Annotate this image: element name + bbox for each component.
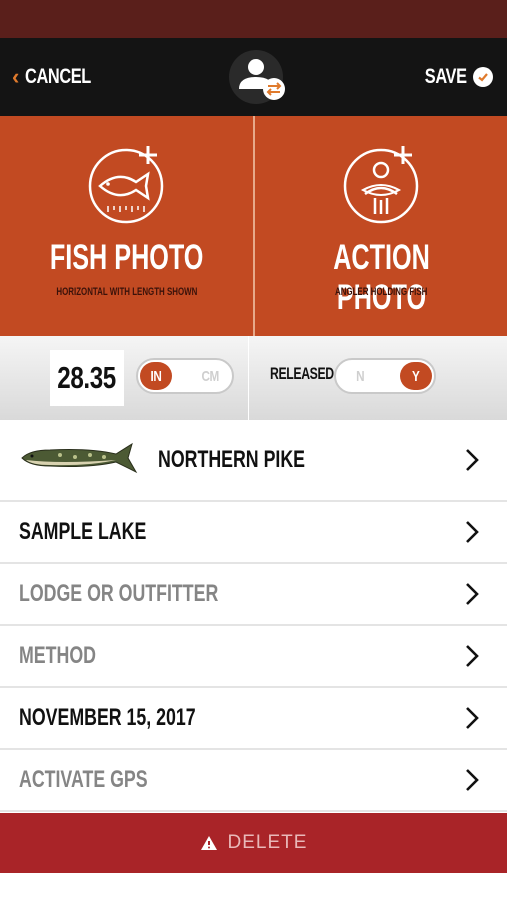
save-label: SAVE xyxy=(425,65,467,88)
catch-details-list: NORTHERN PIKE SAMPLE LAKE LODGE OR OUTFI… xyxy=(0,420,507,812)
photo-section: FISH PHOTO HORIZONTAL WITH LENGTH SHOWN … xyxy=(0,116,507,336)
unit-option-in[interactable]: IN xyxy=(140,362,172,390)
warning-triangle-icon xyxy=(200,836,217,850)
released-option-no[interactable]: N xyxy=(344,362,376,390)
method-label: METHOD xyxy=(19,642,96,669)
action-photo-title: ACTION PHOTO xyxy=(333,238,430,317)
released-yes-label: Y xyxy=(412,367,420,385)
cancel-button[interactable]: ‹ CANCEL xyxy=(12,62,110,92)
top-nav-bar: ‹ CANCEL SAVE xyxy=(0,38,507,116)
measurement-bar: 28.35 IN CM RELEASED N Y xyxy=(0,336,507,420)
released-toggle[interactable]: N Y xyxy=(334,358,436,394)
species-label: NORTHERN PIKE xyxy=(158,446,306,473)
chevron-right-icon xyxy=(466,521,479,543)
released-option-yes[interactable]: Y xyxy=(400,362,432,390)
save-button[interactable]: SAVE xyxy=(413,62,493,92)
date-row[interactable]: NOVEMBER 15, 2017 xyxy=(0,688,507,750)
lake-row[interactable]: SAMPLE LAKE xyxy=(0,502,507,564)
released-label: RELEASED xyxy=(270,364,334,383)
chevron-right-icon xyxy=(466,769,479,791)
delete-label: DELETE xyxy=(227,832,308,853)
lodge-label: LODGE OR OUTFITTER xyxy=(19,580,219,607)
lodge-row[interactable]: LODGE OR OUTFITTER xyxy=(0,564,507,626)
user-swap-icon xyxy=(229,50,285,104)
chevron-right-icon xyxy=(466,449,479,471)
angler-add-icon xyxy=(343,146,419,224)
cancel-label: CANCEL xyxy=(25,65,92,88)
bottom-safe-area xyxy=(0,873,507,900)
length-value: 28.35 xyxy=(57,360,117,395)
method-row[interactable]: METHOD xyxy=(0,626,507,688)
unit-cm-label: CM xyxy=(201,367,219,385)
chevron-right-icon xyxy=(466,707,479,729)
switch-angler-button[interactable] xyxy=(226,47,290,107)
chevron-right-icon xyxy=(466,583,479,605)
delete-button[interactable]: DELETE xyxy=(0,813,507,873)
measure-divider xyxy=(248,336,249,420)
checkmark-circle-icon xyxy=(473,67,493,87)
unit-option-cm[interactable]: CM xyxy=(194,362,226,390)
fish-photo-subtitle: HORIZONTAL WITH LENGTH SHOWN xyxy=(56,286,197,298)
length-input[interactable]: 28.35 xyxy=(50,350,124,406)
gps-row[interactable]: ACTIVATE GPS xyxy=(0,750,507,812)
lake-label: SAMPLE LAKE xyxy=(19,518,147,545)
fish-add-icon xyxy=(88,146,164,224)
date-label: NOVEMBER 15, 2017 xyxy=(19,704,196,731)
status-bar xyxy=(0,0,507,38)
action-photo-button[interactable]: ACTION PHOTO ANGLER HOLDING FISH xyxy=(255,116,507,336)
unit-toggle[interactable]: IN CM xyxy=(136,358,234,394)
released-no-label: N xyxy=(355,367,365,385)
chevron-left-icon: ‹ xyxy=(12,64,20,89)
northern-pike-image xyxy=(21,442,138,474)
action-photo-subtitle: ANGLER HOLDING FISH xyxy=(335,286,428,298)
species-row[interactable]: NORTHERN PIKE xyxy=(0,420,507,502)
fish-photo-title: FISH PHOTO xyxy=(49,238,204,277)
gps-label: ACTIVATE GPS xyxy=(19,766,148,793)
unit-in-label: IN xyxy=(150,367,162,385)
fish-photo-button[interactable]: FISH PHOTO HORIZONTAL WITH LENGTH SHOWN xyxy=(0,116,253,336)
chevron-right-icon xyxy=(466,645,479,667)
